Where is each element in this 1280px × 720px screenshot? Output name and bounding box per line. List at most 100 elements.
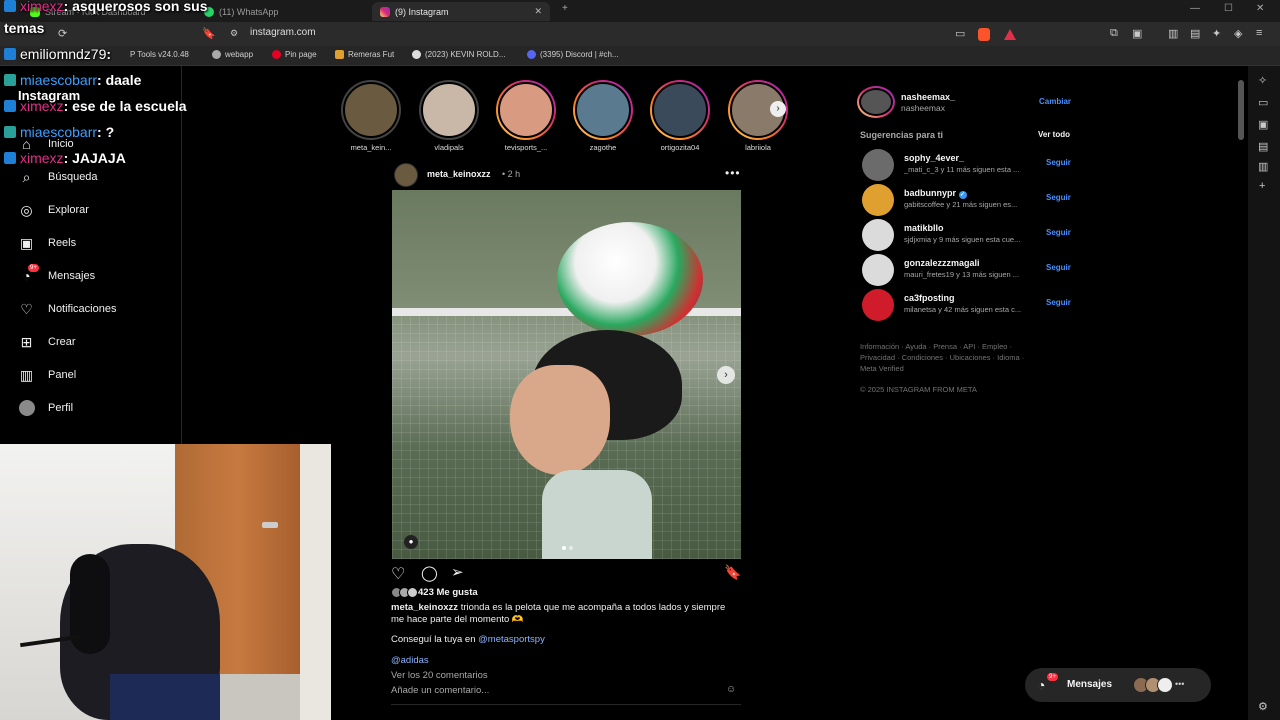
emoji-icon[interactable]: ☺ [726, 684, 736, 695]
view-comments-link[interactable]: Ver los 20 comentarios [391, 670, 488, 682]
account-username[interactable]: nasheemax_ [901, 92, 955, 102]
tab-whatsapp[interactable]: (11) WhatsApp [196, 2, 366, 21]
suggestion-name[interactable]: badbunnypr ✓ [904, 188, 967, 199]
story-item[interactable]: vladipals [417, 80, 481, 152]
caption-username[interactable]: meta_keinoxzz [391, 602, 458, 613]
shield-icon[interactable]: ◈ [1234, 27, 1242, 40]
likes-count[interactable]: 423 Me gusta [418, 587, 478, 598]
messages-popup-button[interactable]: ◔ 9+ Mensajes ••• [1025, 668, 1211, 702]
post-tag[interactable]: @adidas [391, 655, 429, 667]
chat-message: miaescobarr: ? [4, 124, 114, 140]
suggestion-name[interactable]: sophy_4ever_ [904, 153, 964, 163]
tab-instagram[interactable]: (9) Instagram ✕ [372, 2, 550, 21]
menu-icon[interactable]: ≡ [1256, 27, 1262, 39]
story-username: vladipals [434, 143, 464, 152]
reload-icon[interactable]: ⟳ [58, 27, 67, 40]
screen-icon[interactable]: ▭ [955, 27, 965, 40]
story-item[interactable]: ortigozita04 [648, 80, 712, 152]
minimize-icon[interactable]: — [1190, 3, 1200, 14]
vpn-icon[interactable]: ▤ [1190, 27, 1200, 40]
cta-link[interactable]: @metasportspy [478, 634, 545, 645]
rewards-icon[interactable] [1004, 29, 1016, 40]
sidebar-toggle-icon[interactable]: ▥ [1168, 27, 1178, 40]
see-all-link[interactable]: Ver todo [1038, 130, 1070, 139]
address-bar-row [0, 22, 1280, 46]
add-side-icon[interactable]: + [1259, 180, 1265, 192]
follow-button[interactable]: Seguir [1046, 228, 1071, 237]
account-avatar[interactable] [857, 86, 895, 118]
footer-links[interactable]: Información · Ayuda · Prensa · API · Emp… [860, 342, 1012, 351]
post-image[interactable]: › ● [392, 190, 741, 559]
switch-account-link[interactable]: Cambiar [1039, 97, 1071, 106]
bookmark-tools[interactable]: P Tools v24.0.48 [130, 50, 189, 59]
bookmark-webapp[interactable]: webapp [212, 50, 253, 59]
close-tab-icon[interactable]: ✕ [534, 6, 542, 17]
bookmark-icon[interactable]: 🔖 [202, 27, 216, 40]
sidebar-item-profile[interactable]: Perfil [18, 398, 73, 418]
bookmark-pinpage[interactable]: Pin page [272, 50, 317, 59]
url-field[interactable]: instagram.com [250, 27, 316, 42]
tagged-user-icon[interactable]: ● [404, 535, 418, 549]
story-item[interactable]: tevisports_... [494, 80, 558, 152]
sidebar-item-reels[interactable]: ▣ Reels [18, 233, 76, 253]
avatar[interactable] [862, 289, 894, 321]
bookmark-label: Pin page [285, 50, 317, 59]
like-icon[interactable]: ♡ [391, 564, 405, 584]
close-window-icon[interactable]: ✕ [1256, 3, 1264, 14]
suggestion-name[interactable]: ca3fposting [904, 293, 955, 303]
save-icon[interactable]: 🔖 [724, 564, 741, 581]
story-item[interactable]: meta_kein... [339, 80, 403, 152]
sidebar-item-notifications[interactable]: ♡ Notificaciones [18, 299, 116, 319]
avatar[interactable] [862, 149, 894, 181]
bookmark-remeras[interactable]: Remeras Fut [335, 50, 394, 59]
suggestion-name[interactable]: matikbllo [904, 223, 944, 233]
post-caption: meta_keinoxzz trionda es la pelota que m… [391, 602, 731, 626]
tabs-side-icon[interactable]: ▭ [1258, 96, 1268, 109]
avatar[interactable] [862, 184, 894, 216]
sidebar-item-explore[interactable]: ◎ Explorar [18, 200, 89, 220]
stories-next-icon[interactable]: › [770, 101, 786, 117]
sidebar-item-create[interactable]: ⊞ Crear [18, 332, 76, 352]
settings-side-icon[interactable]: ⚙ [1258, 700, 1268, 713]
sidebar-item-search[interactable]: ⌕ Búsqueda [18, 167, 98, 187]
post-author[interactable]: meta_keinoxzz [427, 169, 491, 179]
chart-icon: ▥ [19, 366, 34, 383]
sidebar-item-panel[interactable]: ▥ Panel [18, 365, 76, 385]
bookmark-label: webapp [225, 50, 254, 59]
new-tab-icon[interactable]: + [562, 3, 568, 14]
leo-icon[interactable]: ✦ [1212, 27, 1221, 40]
bookmark-kevin[interactable]: (2023) KEVIN ROLD... [412, 50, 505, 59]
bookmark-discord[interactable]: (3395) Discord | #ch... [527, 50, 619, 59]
notes-side-icon[interactable]: ▤ [1258, 140, 1268, 153]
leo-side-icon[interactable]: ✧ [1258, 74, 1267, 87]
carousel-next-icon[interactable]: › [717, 366, 735, 384]
follow-button[interactable]: Seguir [1046, 263, 1071, 272]
site-info-icon[interactable]: ⚙ [230, 28, 238, 39]
sidebar-item-messages[interactable]: ◔ 9+ Mensajes [18, 263, 95, 286]
footer-links[interactable]: Meta Verified [860, 364, 904, 373]
comment-icon[interactable]: ◯ [421, 564, 438, 582]
wallet-side-icon[interactable]: ▣ [1258, 118, 1268, 131]
follow-button[interactable]: Seguir [1046, 193, 1071, 202]
brave-shield-icon[interactable] [978, 28, 990, 41]
instagram-icon [380, 6, 390, 17]
follow-button[interactable]: Seguir [1046, 298, 1071, 307]
reading-side-icon[interactable]: ▥ [1258, 160, 1268, 173]
webcam-overlay [0, 444, 331, 720]
add-comment-input[interactable]: Añade un comentario... [391, 685, 489, 697]
follow-button[interactable]: Seguir [1046, 158, 1071, 167]
wallet-icon[interactable]: ▣ [1132, 27, 1142, 40]
compass-icon: ◎ [20, 201, 33, 218]
more-options-icon[interactable]: ••• [725, 166, 741, 180]
default-avatar-icon[interactable] [862, 219, 894, 251]
scrollbar-thumb[interactable] [1238, 80, 1244, 140]
share-icon[interactable]: ➢ [451, 563, 464, 581]
person-shirt [542, 470, 652, 559]
suggestion-name[interactable]: gonzalezzzmagali [904, 258, 980, 268]
footer-links[interactable]: Privacidad · Condiciones · Ubicaciones ·… [860, 353, 1024, 362]
default-avatar-icon[interactable] [862, 254, 894, 286]
story-item[interactable]: zagothe [571, 80, 635, 152]
extensions-icon[interactable]: ⧉ [1110, 27, 1118, 40]
maximize-icon[interactable]: ☐ [1224, 3, 1233, 14]
post-author-avatar[interactable] [394, 163, 418, 187]
